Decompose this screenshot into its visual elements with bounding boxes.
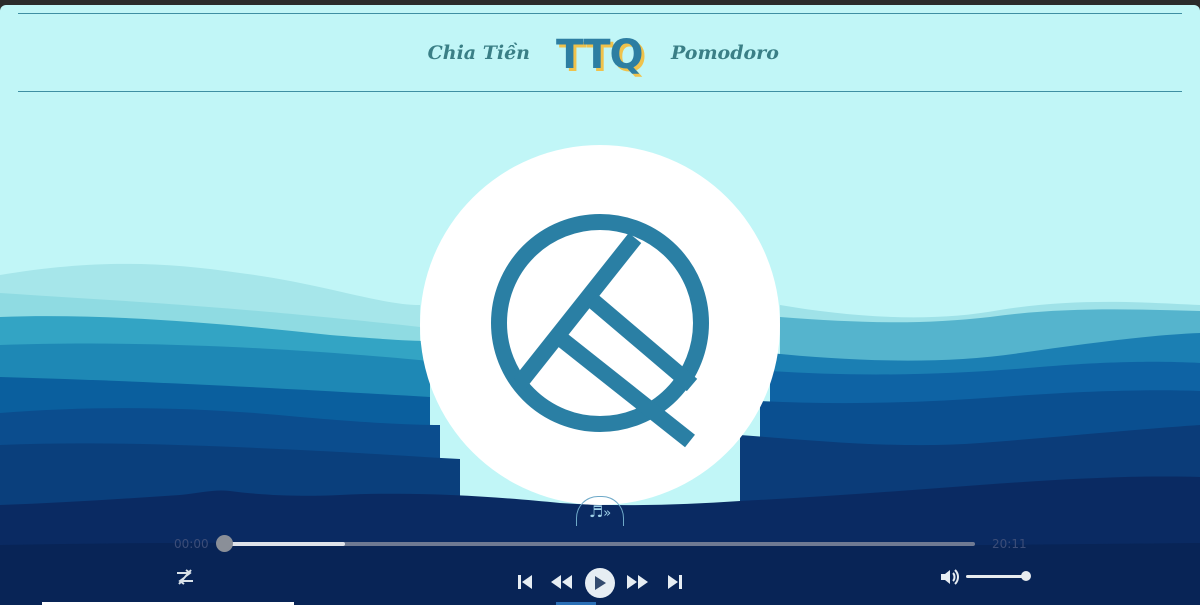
chevron-double-down-icon: »	[603, 506, 612, 521]
skip-next-button[interactable]	[664, 571, 686, 593]
play-button[interactable]	[585, 568, 615, 598]
volume-button[interactable]	[938, 567, 960, 587]
volume-icon	[941, 569, 959, 585]
skip-next-icon	[668, 575, 682, 589]
header-divider-bottom	[18, 91, 1182, 92]
rewind-button[interactable]	[548, 571, 574, 593]
album-art-disc	[420, 145, 780, 505]
shuffle-icon	[177, 569, 193, 585]
seek-bar-thumb[interactable]	[216, 535, 233, 552]
nav-link-chia-tien[interactable]: Chia Tiền	[428, 42, 530, 64]
ttq-logo-icon	[491, 214, 709, 448]
app-window: Chia Tiền TTQ Pomodoro ♬» 00:00 20:11	[0, 5, 1200, 605]
music-note-icon: ♬	[588, 502, 604, 521]
skip-previous-icon	[518, 575, 532, 589]
volume-slider-thumb[interactable]	[1021, 571, 1031, 581]
duration-time: 20:11	[992, 537, 1027, 551]
header-divider-top	[18, 13, 1182, 14]
skip-previous-button[interactable]	[514, 571, 536, 593]
play-icon	[595, 576, 606, 590]
fast-forward-button[interactable]	[625, 571, 651, 593]
fast-forward-icon	[627, 575, 648, 589]
seek-bar[interactable]	[225, 542, 975, 546]
rewind-icon	[551, 575, 572, 589]
header-nav: Chia Tiền TTQ Pomodoro	[0, 30, 1200, 80]
seek-bar-buffered	[225, 542, 345, 546]
logo[interactable]: TTQ	[556, 33, 643, 77]
nav-link-pomodoro[interactable]: Pomodoro	[671, 42, 779, 64]
current-time: 00:00	[174, 537, 209, 551]
shuffle-button[interactable]	[174, 567, 196, 587]
volume-slider[interactable]	[966, 575, 1026, 578]
